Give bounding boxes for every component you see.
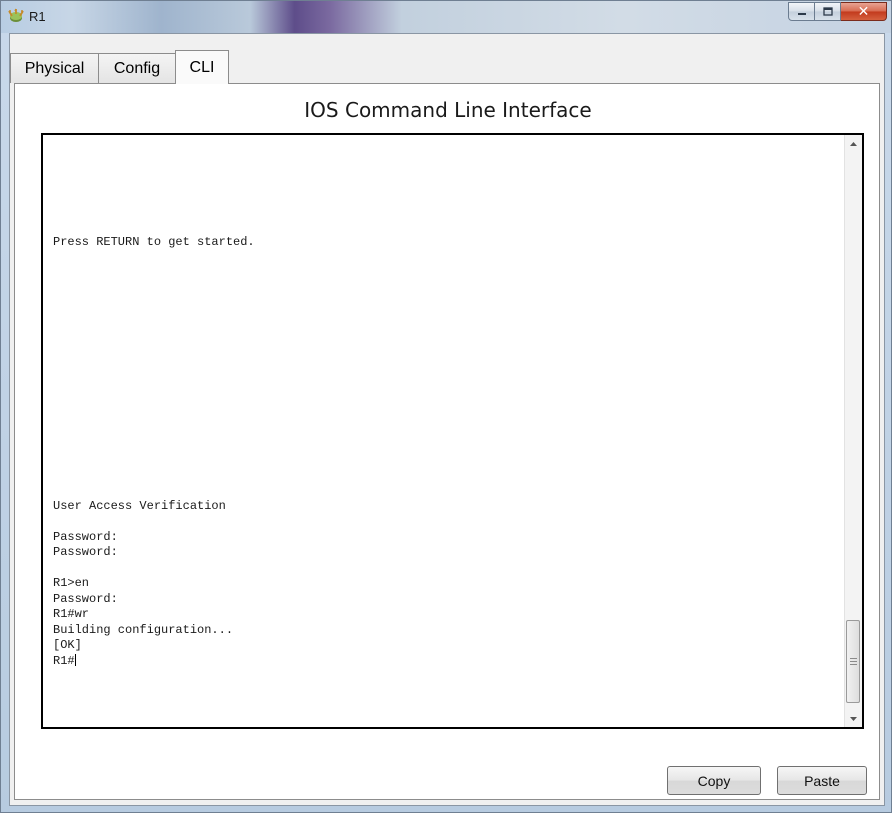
terminal-line: [OK] [53,638,82,652]
maximize-button[interactable] [815,2,841,21]
router-app-icon [8,8,24,22]
tab-cli[interactable]: CLI [175,50,229,84]
terminal-output-lines: Press RETURN to get started. User Access… [53,235,255,652]
cli-panel: IOS Command Line Interface Press RETURN … [14,83,880,800]
minimize-button[interactable] [788,2,815,21]
scroll-up-button[interactable] [845,135,862,152]
grip-icon [850,658,857,666]
cli-terminal[interactable]: Press RETURN to get started. User Access… [41,133,864,729]
terminal-line: R1#wr [53,607,90,621]
maximize-icon [822,7,833,16]
tab-config[interactable]: Config [98,53,176,83]
panel-title: IOS Command Line Interface [304,98,592,122]
terminal-line: Password: [53,591,118,606]
minimize-icon [797,12,806,15]
close-icon: ✕ [857,3,870,20]
scroll-down-arrow-icon [850,716,857,721]
close-button[interactable]: ✕ [841,2,887,21]
scroll-down-button[interactable] [845,710,862,727]
terminal-prompt: R1# [53,653,75,668]
terminal-line: Password: [53,529,118,544]
copy-button[interactable]: Copy [667,766,761,795]
terminal-output: Press RETURN to get started. User Access… [53,142,255,669]
terminal-line: User Access Verification [53,498,226,513]
tab-config-label: Config [113,59,161,77]
paste-button[interactable]: Paste [777,766,867,795]
text-cursor [74,653,76,666]
scroll-up-arrow-icon [850,141,857,146]
window-client: Physical Config CLI IOS Command Line Int… [9,33,885,806]
terminal-line: Password: [53,545,118,559]
vertical-scrollbar[interactable] [844,135,862,727]
tab-physical-label: Physical [24,59,85,77]
tab-physical[interactable]: Physical [10,53,99,83]
title-bar[interactable]: R1 ✕ [1,1,891,33]
cli-window: R1 ✕ Physical Config CLI IOS Command Lin… [0,0,892,813]
terminal-line: R1>en [53,576,90,590]
tab-cli-label: CLI [189,58,215,76]
terminal-line: Building configuration... [53,622,234,637]
window-title: R1 [29,9,46,24]
scroll-thumb[interactable] [846,620,860,703]
terminal-line: Press RETURN to get started. [53,235,255,249]
